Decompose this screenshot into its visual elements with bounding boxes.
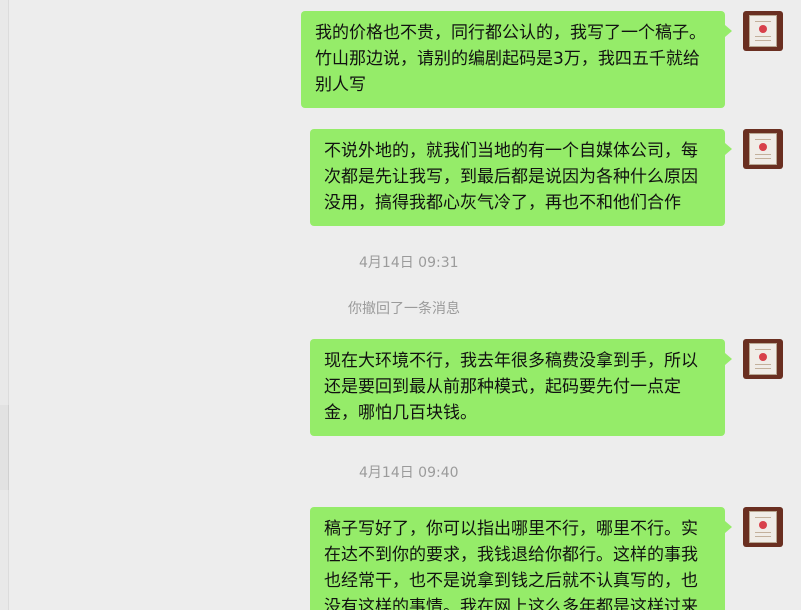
avatar-line [755,532,771,533]
avatar-icon[interactable] [743,129,783,169]
avatar-line [755,154,771,155]
avatar-seal-icon [759,25,767,33]
avatar-certificate-icon [749,343,777,375]
avatar-line [755,40,771,41]
message-row: 不说外地的，就我们当地的有一个自媒体公司，每次都是先让我写，到最后都是说因为各种… [310,129,783,226]
avatar-line [755,536,771,537]
chat-window: 我的价格也不贵，同行都公认的，我写了一个稿子。竹山那边说，请别的编剧起码是3万，… [0,0,801,610]
timestamp: 4月14日 09:40 [359,465,459,481]
avatar-certificate-icon [749,511,777,543]
avatar-line [755,158,771,159]
left-panel-scroll-handle[interactable] [0,405,9,490]
message-bubble[interactable]: 我的价格也不贵，同行都公认的，我写了一个稿子。竹山那边说，请别的编剧起码是3万，… [301,11,732,108]
avatar-icon[interactable] [743,507,783,547]
avatar-seal-icon [759,521,767,529]
avatar-line [755,364,771,365]
avatar-line [755,517,771,518]
avatar-icon[interactable] [743,339,783,379]
avatar-line [755,349,771,350]
timestamp: 4月14日 09:31 [359,255,459,271]
message-bubble[interactable]: 现在大环境不行，我去年很多稿费没拿到手，所以还是要回到最从前那种模式，起码要先付… [310,339,732,436]
message-row: 现在大环境不行，我去年很多稿费没拿到手，所以还是要回到最从前那种模式，起码要先付… [310,339,783,436]
avatar-line [755,139,771,140]
message-bubble[interactable]: 不说外地的，就我们当地的有一个自媒体公司，每次都是先让我写，到最后都是说因为各种… [310,129,732,226]
avatar-icon[interactable] [743,11,783,51]
left-panel-edge [0,0,9,610]
recall-notice: 你撤回了一条消息 [348,301,460,317]
avatar-line [755,368,771,369]
message-bubble[interactable]: 稿子写好了，你可以指出哪里不行，哪里不行。实在达不到你的要求，我钱退给你都行。这… [310,507,732,610]
avatar-certificate-icon [749,133,777,165]
message-row: 我的价格也不贵，同行都公认的，我写了一个稿子。竹山那边说，请别的编剧起码是3万，… [301,11,783,108]
avatar-line [755,36,771,37]
avatar-line [755,21,771,22]
avatar-seal-icon [759,143,767,151]
message-row: 稿子写好了，你可以指出哪里不行，哪里不行。实在达不到你的要求，我钱退给你都行。这… [310,507,783,610]
avatar-seal-icon [759,353,767,361]
avatar-certificate-icon [749,15,777,47]
